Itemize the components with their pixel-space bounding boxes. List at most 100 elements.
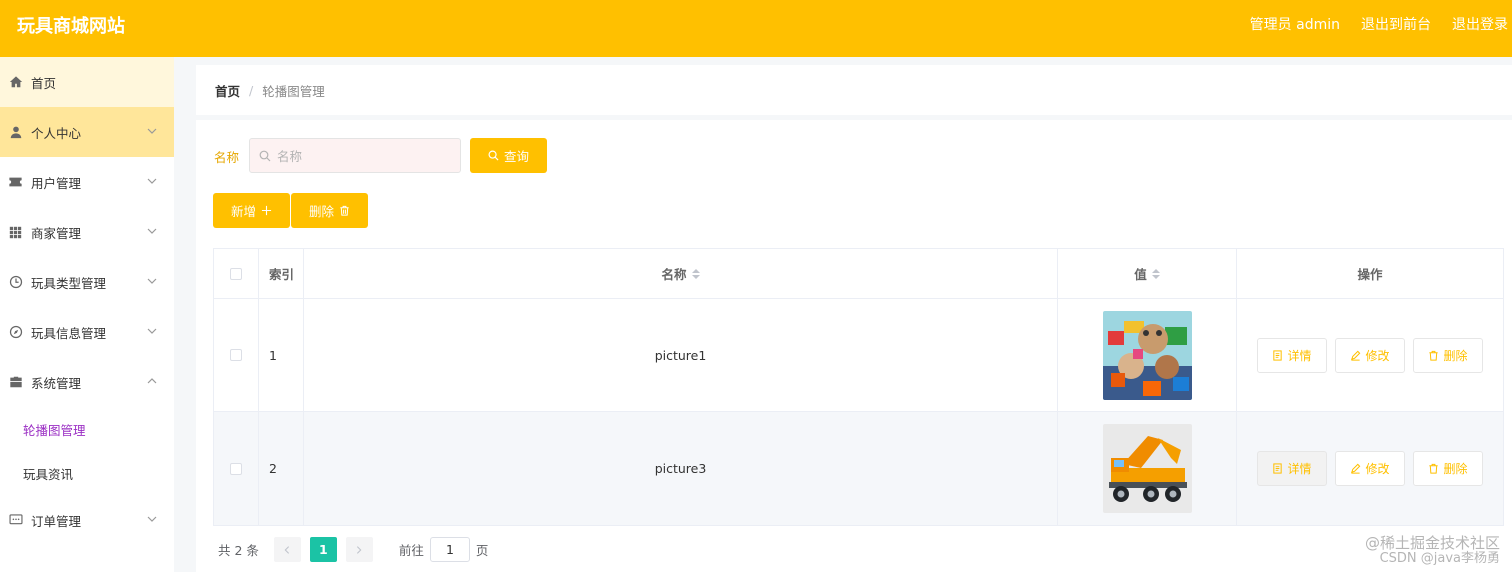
next-page-button[interactable] — [345, 537, 373, 562]
toy-excavator-thumbnail[interactable] — [1102, 424, 1192, 513]
chevron-down-icon — [147, 278, 157, 284]
add-button[interactable]: 新增 — [213, 193, 290, 228]
sidebar-item-user-management[interactable]: 用户管理 — [0, 157, 174, 207]
page-number-button[interactable]: 1 — [309, 537, 337, 562]
row-checkbox-cell — [214, 299, 259, 411]
row-checkbox-cell — [214, 412, 259, 525]
document-icon — [1273, 349, 1283, 361]
header-name-label: 名称 — [661, 267, 687, 282]
watermark-line2: CSDN @java李杨勇 — [1379, 551, 1500, 566]
edit-label: 修改 — [1365, 462, 1390, 476]
header-checkbox-cell — [214, 249, 259, 298]
pagination: 共 2 条 1 前往 1 页 — [218, 537, 488, 562]
sidebar-item-system-management[interactable]: 系统管理 — [0, 357, 174, 407]
header-value-label: 值 — [1134, 267, 1147, 282]
sidebar-subitem-toy-news[interactable]: 玩具资讯 — [0, 451, 174, 495]
detail-button[interactable]: 详情 — [1257, 337, 1327, 373]
sidebar-item-personal-center[interactable]: 个人中心 — [0, 107, 174, 157]
site-title: 玩具商城网站 — [17, 16, 125, 37]
batch-delete-button[interactable]: 删除 — [291, 193, 368, 228]
sidebar-item-merchant-management[interactable]: 商家管理 — [0, 207, 174, 257]
sidebar-subitem-label: 轮播图管理 — [23, 422, 86, 438]
compass-icon — [8, 325, 23, 340]
delete-button[interactable]: 删除 — [1413, 337, 1483, 373]
admin-label: 管理员 admin — [1249, 17, 1340, 33]
header-name[interactable]: 名称 — [304, 249, 1058, 298]
delete-button[interactable]: 删除 — [1413, 451, 1483, 486]
query-button[interactable]: 查询 — [470, 138, 547, 173]
sidebar-item-toy-type-management[interactable]: 玩具类型管理 — [0, 257, 174, 307]
sidebar-subitem-label: 玩具资讯 — [23, 466, 74, 482]
chevron-up-icon — [147, 378, 157, 384]
row-index-value: 1 — [269, 347, 277, 363]
detail-label: 详情 — [1287, 462, 1312, 476]
row-value — [1058, 412, 1237, 525]
trash-icon — [1429, 463, 1439, 474]
add-button-label: 新增 — [230, 204, 256, 219]
goto-page-input[interactable]: 1 — [429, 537, 470, 562]
watermark: @稀土掘金技术社区 CSDN @java李杨勇 — [1365, 535, 1500, 567]
delete-label: 删除 — [1443, 348, 1468, 363]
row-index-value: 2 — [269, 461, 277, 476]
sidebar-item-label: 玩具类型管理 — [31, 275, 107, 291]
search-label: 名称 — [214, 150, 240, 165]
edit-button[interactable]: 修改 — [1335, 451, 1405, 486]
edit-button[interactable]: 修改 — [1335, 337, 1405, 373]
prev-page-button[interactable] — [273, 537, 301, 562]
chevron-down-icon — [147, 328, 157, 334]
header-index: 索引 — [259, 249, 304, 298]
select-all-checkbox[interactable] — [230, 267, 242, 280]
chevron-right-icon — [357, 545, 362, 554]
briefcase-icon — [8, 375, 23, 390]
delete-label: 删除 — [1443, 462, 1468, 476]
detail-button[interactable]: 详情 — [1257, 451, 1327, 486]
detail-label: 详情 — [1287, 348, 1312, 363]
row-checkbox[interactable] — [230, 462, 242, 475]
breadcrumb-current: 轮播图管理 — [262, 83, 325, 99]
sort-icon[interactable] — [1151, 268, 1160, 279]
trash-icon — [1429, 350, 1439, 361]
chevron-down-icon — [147, 516, 157, 522]
logout-link[interactable]: 退出登录 — [1452, 14, 1508, 34]
user-icon — [8, 125, 23, 140]
row-index: 2 — [259, 412, 304, 525]
chat-icon — [8, 513, 23, 528]
home-icon — [8, 75, 23, 90]
breadcrumb-separator: / — [249, 82, 254, 98]
header-value[interactable]: 值 — [1058, 249, 1237, 298]
search-placeholder: 名称 — [277, 149, 303, 164]
pagination-total: 共 2 条 — [218, 543, 259, 558]
sidebar-item-toy-info-management[interactable]: 玩具信息管理 — [0, 307, 174, 357]
sort-icon[interactable] — [691, 268, 700, 279]
delete-button-label: 删除 — [308, 204, 334, 219]
edit-pencil-icon — [1351, 463, 1361, 474]
row-ops: 详情 修改 删除 — [1237, 412, 1503, 525]
sidebar-item-label: 系统管理 — [31, 375, 82, 391]
row-checkbox[interactable] — [230, 349, 242, 361]
sidebar-item-order-management[interactable]: 订单管理 — [0, 495, 174, 545]
row-name-value: picture1 — [654, 347, 707, 363]
sidebar-item-label: 订单管理 — [31, 513, 82, 529]
back-to-front-link[interactable]: 退出到前台 — [1361, 14, 1431, 34]
toy-pile-thumbnail[interactable] — [1102, 310, 1192, 400]
edit-label: 修改 — [1365, 348, 1390, 363]
watermark-line1: @稀土掘金技术社区 — [1364, 534, 1500, 552]
chevron-down-icon — [147, 178, 157, 184]
row-name-value: picture3 — [654, 461, 707, 476]
breadcrumb-home[interactable]: 首页 — [215, 81, 240, 100]
sidebar-item-label: 首页 — [31, 75, 57, 91]
edit-pencil-icon — [1351, 350, 1361, 361]
header-index-label: 索引 — [269, 267, 295, 282]
trash-icon — [340, 205, 349, 216]
sidebar-subitem-carousel[interactable]: 轮播图管理 — [0, 407, 174, 451]
row-name: picture1 — [304, 299, 1058, 411]
document-icon — [1273, 463, 1283, 474]
row-ops: 详情 修改 删除 — [1237, 299, 1503, 411]
goto-label: 前往 — [398, 543, 424, 558]
page-suffix: 页 — [475, 543, 489, 558]
plus-icon — [261, 205, 272, 216]
table-row: 1 picture1 详情 修改 删除 — [214, 299, 1503, 412]
sidebar-item-home[interactable]: 首页 — [0, 57, 174, 107]
search-input[interactable]: 名称 — [249, 138, 461, 173]
row-name: picture3 — [304, 412, 1058, 525]
